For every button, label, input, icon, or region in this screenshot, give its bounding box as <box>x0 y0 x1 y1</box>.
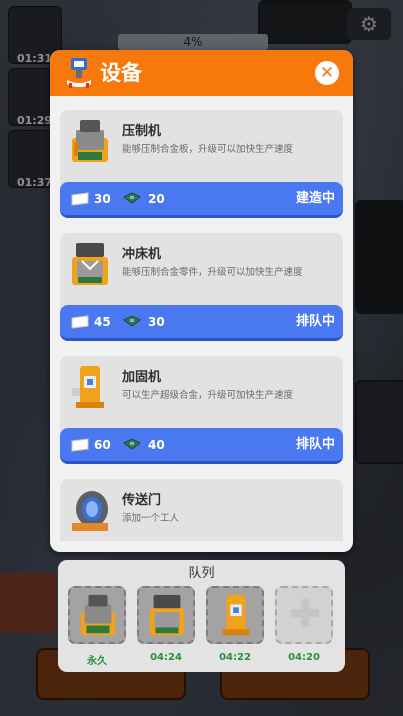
equipment-name: 冲床机 <box>122 247 162 262</box>
equipment-card-portal[interactable]: 传送门 添加一个工人 <box>60 479 343 541</box>
queue-slot[interactable] <box>137 586 195 644</box>
reinforce-machine-icon <box>222 594 250 636</box>
cost-paper: 45 <box>94 315 111 329</box>
build-button[interactable]: 30 20 建造中 <box>60 182 343 218</box>
paper-icon <box>71 315 89 329</box>
machine-icon <box>67 58 91 88</box>
press-machine-icon <box>72 120 108 162</box>
queue-panel: 队列 永久 04:24 04:22 04:20 <box>58 560 345 672</box>
queue-slot[interactable] <box>206 586 264 644</box>
equipment-name: 传送门 <box>122 493 162 508</box>
equipment-name: 压制机 <box>122 124 162 139</box>
circuit-board-icon <box>123 192 141 204</box>
equipment-card-punch: 冲床机 能够压制合金零件，升级可以加快生产速度 45 30 排队中 <box>60 233 343 341</box>
circuit-board-icon <box>123 438 141 450</box>
queue-slot-time: 04:20 <box>288 652 320 663</box>
status-label: 建造中 <box>295 191 335 206</box>
cost-circuit: 20 <box>148 192 165 206</box>
cost-paper: 30 <box>94 192 111 206</box>
equipment-dialog: 设备 ✕ 压制机 能够压制合金板，升级可以加快生产速度 30 20 建造中 冲床… <box>50 50 353 552</box>
cost-circuit: 30 <box>148 315 165 329</box>
portal-icon <box>72 491 108 531</box>
equipment-name: 加固机 <box>122 370 162 385</box>
queue-slot-time: 04:24 <box>150 652 182 663</box>
status-label: 排队中 <box>295 437 335 452</box>
dialog-header: 设备 ✕ <box>50 50 353 96</box>
queue-button[interactable]: 60 40 排队中 <box>60 428 343 464</box>
equipment-description: 可以生产超级合金，升级可加快生产速度 <box>122 390 294 401</box>
queue-slot-time: 04:22 <box>219 652 251 663</box>
punch-machine-icon <box>149 594 185 636</box>
equipment-card-reinforce: 加固机 可以生产超级合金，升级可加快生产速度 60 40 排队中 <box>60 356 343 464</box>
queue-title: 队列 <box>188 566 215 581</box>
punch-machine-icon <box>72 243 108 285</box>
queue-slot[interactable] <box>68 586 126 644</box>
close-icon[interactable]: ✕ <box>315 61 339 85</box>
queue-button[interactable]: 45 30 排队中 <box>60 305 343 341</box>
paper-icon <box>71 192 89 206</box>
equipment-description: 添加一个工人 <box>122 513 180 524</box>
queue-slot-time: 永久 <box>87 656 107 667</box>
cost-paper: 60 <box>94 438 111 452</box>
press-machine-icon <box>80 594 116 636</box>
add-slot-icon <box>291 599 319 627</box>
equipment-description: 能够压制合金板，升级可以加快生产速度 <box>122 144 294 155</box>
equipment-card-press: 压制机 能够压制合金板，升级可以加快生产速度 30 20 建造中 <box>60 110 343 218</box>
cost-circuit: 40 <box>148 438 165 452</box>
dialog-title: 设备 <box>100 61 142 85</box>
reinforce-machine-icon <box>72 366 104 408</box>
paper-icon <box>71 438 89 452</box>
circuit-board-icon <box>123 315 141 327</box>
queue-slot-empty[interactable] <box>275 586 333 644</box>
equipment-description: 能够压制合金零件，升级可以加快生产速度 <box>122 267 303 278</box>
status-label: 排队中 <box>295 314 335 329</box>
